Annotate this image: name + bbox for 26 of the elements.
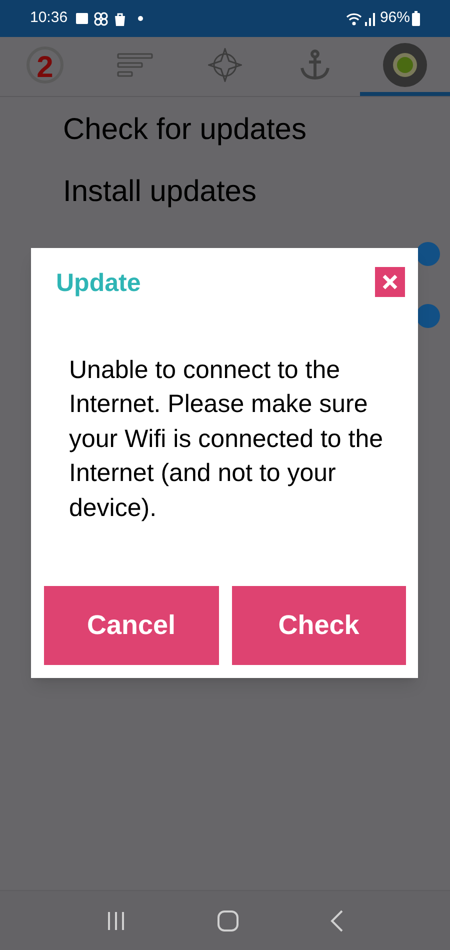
home-icon[interactable] (216, 910, 239, 932)
tab[interactable]: 2 (0, 37, 90, 96)
tab-number: 2 (36, 52, 54, 82)
toggle-knob[interactable] (416, 242, 440, 266)
close-button[interactable] (375, 266, 405, 297)
dialog-title: Update (56, 268, 141, 299)
dialog-button[interactable]: Cancel (44, 586, 218, 665)
compass-icon (208, 48, 242, 82)
bag-icon (114, 12, 126, 26)
wifi-icon (346, 12, 362, 26)
menu-item[interactable]: Install updates (63, 173, 450, 235)
gear-icon (382, 42, 428, 88)
toggle-knob[interactable] (416, 304, 440, 328)
dot-icon (138, 16, 143, 21)
dialog-button[interactable]: Check (232, 586, 406, 665)
anchor-icon (299, 48, 331, 80)
recent-apps-icon[interactable] (106, 910, 126, 930)
battery-icon (412, 11, 420, 26)
signal-icon (364, 12, 376, 26)
menu-item[interactable]: Check for updates (63, 111, 450, 173)
dialog-message: Unable to connect to the Internet. Please make sure your Wifi is connected to the Internet (and not to your device). (68, 354, 384, 524)
back-icon[interactable] (330, 910, 344, 932)
battery-percent: 96% (380, 8, 410, 28)
clock: 10:36 (30, 8, 68, 28)
bars-icon (117, 52, 153, 78)
close-icon (382, 274, 398, 290)
